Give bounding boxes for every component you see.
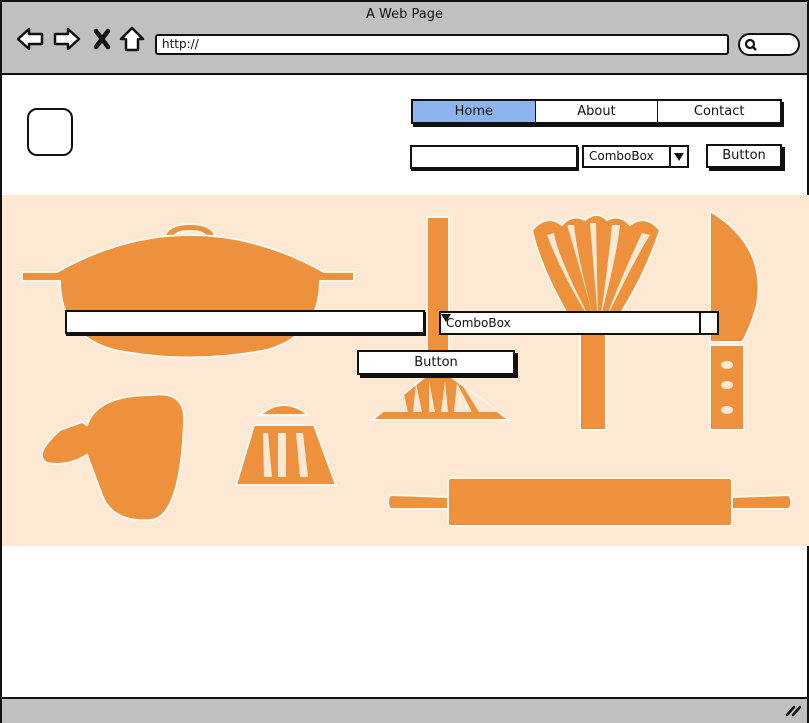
home-icon[interactable] xyxy=(119,26,145,52)
header-search-input[interactable] xyxy=(410,145,578,169)
header-button[interactable]: Button xyxy=(706,144,782,168)
window-title: A Web Page xyxy=(366,7,443,22)
address-bar[interactable]: http:// xyxy=(155,34,729,55)
combobox-value: ComboBox xyxy=(589,149,654,163)
jelly-mold-icon xyxy=(257,404,311,416)
stop-x-icon[interactable] xyxy=(92,26,112,52)
tab-contact[interactable]: Contact xyxy=(658,101,780,122)
browser-search-box[interactable] xyxy=(738,33,800,56)
browser-toolbar: A Web Page http:// xyxy=(2,2,807,75)
hero-combobox[interactable]: ComboBox xyxy=(439,311,719,335)
back-arrow-icon[interactable] xyxy=(16,26,44,52)
status-bar xyxy=(2,697,807,723)
hero-text-input[interactable] xyxy=(65,310,425,334)
chevron-down-icon[interactable] xyxy=(669,147,687,166)
hero-banner: ComboBox Button xyxy=(2,195,809,546)
forward-arrow-icon[interactable] xyxy=(53,26,81,52)
header-combobox[interactable]: ComboBox xyxy=(582,145,689,168)
logo-placeholder xyxy=(27,108,73,156)
combobox-value: ComboBox xyxy=(446,316,511,330)
oven-mitt-icon xyxy=(40,393,186,522)
tab-about[interactable]: About xyxy=(536,101,659,122)
pot-icon xyxy=(21,233,355,359)
hero-button[interactable]: Button xyxy=(357,350,515,375)
browser-window: A Web Page http:// Home About Contact Co… xyxy=(0,0,809,723)
rolling-pin-icon xyxy=(447,477,733,527)
search-icon xyxy=(744,38,757,51)
chevron-down-icon[interactable] xyxy=(441,313,717,333)
nav-tabs: Home About Contact xyxy=(411,99,782,124)
tab-home[interactable]: Home xyxy=(413,101,536,122)
resize-grip-icon[interactable] xyxy=(785,703,801,717)
